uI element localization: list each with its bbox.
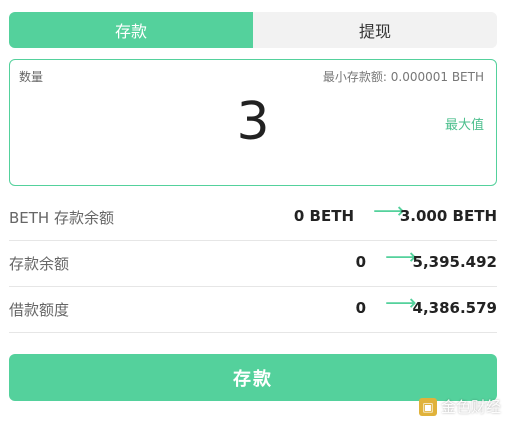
tab-withdraw[interactable]: 提现 [253, 12, 497, 48]
deposit-withdraw-tabs: 存款 提现 [9, 12, 497, 48]
info-row-borrow-limit: 借款额度 0 ⟶ 4,386.579 [9, 287, 497, 333]
row-from-value: 0 BETH [293, 207, 354, 225]
amount-input-box: 数量 最小存款额: 0.000001 BETH 最大值 [9, 59, 497, 186]
row-to-value: 3.000 BETH [399, 207, 497, 225]
row-to-value: 5,395.492 [412, 253, 497, 271]
amount-input[interactable] [10, 82, 496, 162]
deposit-submit-button[interactable]: 存款 [9, 354, 497, 401]
row-label: 存款余额 [9, 255, 70, 273]
watermark-logo-icon: ▣ [418, 397, 437, 416]
watermark: ▣ 金色财经 [418, 396, 501, 417]
row-label: BETH 存款余额 [9, 209, 114, 227]
row-label: 借款额度 [9, 301, 70, 319]
row-from-value: 0 [355, 299, 366, 317]
row-to-value: 4,386.579 [412, 299, 497, 317]
max-button[interactable]: 最大值 [445, 114, 484, 133]
tab-deposit[interactable]: 存款 [9, 12, 253, 48]
row-from-value: 0 [355, 253, 366, 271]
info-row-deposit-balance: 存款余额 0 ⟶ 5,395.492 [9, 241, 497, 287]
watermark-text: 金色财经 [440, 398, 501, 416]
info-row-beth-balance: BETH 存款余额 0 BETH ⟶ 3.000 BETH [9, 195, 497, 241]
